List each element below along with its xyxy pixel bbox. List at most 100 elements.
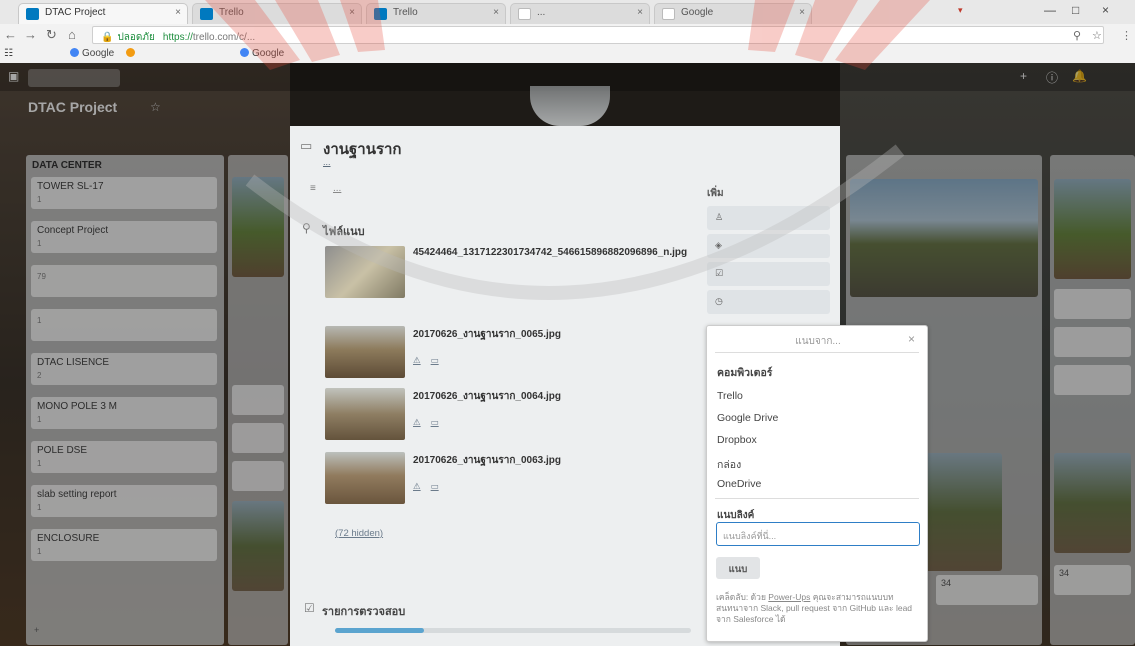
tab-label: Google [681,7,714,18]
apps-icon[interactable]: ☷ [4,48,13,59]
description-icon: ≡ [310,183,316,194]
close-icon[interactable]: × [493,7,499,18]
remove-cover-link[interactable]: ⚠ [413,355,421,365]
edit-description-link[interactable]: ... [333,183,341,194]
checklist-title[interactable]: รายการตรวจสอบ [322,602,405,620]
close-icon[interactable]: × [637,7,643,18]
attach-from-dropbox[interactable]: Dropbox [717,434,757,446]
attach-from-box[interactable]: กล่อง [717,456,741,473]
reload-icon[interactable]: ↻ [46,27,57,43]
show-all-attachments-link[interactable]: (72 hidden) [335,528,383,539]
zoom-icon[interactable]: ⚲ [1073,29,1081,42]
attach-from-google-drive[interactable]: Google Drive [717,412,778,424]
attachment-thumbnail[interactable] [325,452,405,504]
minimize-button[interactable]: — [1044,3,1056,17]
close-icon[interactable]: × [799,7,805,18]
checklist-icon: ☑ [304,601,315,615]
attach-link-input[interactable]: แนบลิงค์ที่นี่... [716,522,920,546]
close-icon[interactable]: × [175,7,181,18]
attachment-name[interactable]: 20170626_งานฐานราก_0065.jpg [413,327,561,342]
checklist-icon: ☑ [715,268,724,278]
attachment-name[interactable]: 45424464_1317122301734742_54661589688209… [413,247,687,258]
remove-cover-link[interactable]: ⚠ [413,481,421,491]
address-row: ← → ↻ ⌂ 🔒 ปลอดภัย https://trello.com/c/...… [0,24,1135,46]
bookmark-google-1[interactable]: Google [70,48,114,59]
attachment-item: 20170626_งานฐานราก_0065.jpg ⚠ ▭ [325,326,725,384]
tab-strip: DTAC Project × Trello × Trello × ... × G… [0,0,1135,24]
popover-title: แนบจาก... [795,336,841,347]
attach-link-label: แนบลิงค์ [717,510,755,521]
close-window-button[interactable]: × [1102,3,1109,17]
attachment-thumbnail[interactable] [325,246,405,298]
address-bar[interactable]: 🔒 ปลอดภัย https://trello.com/c/... [92,26,1104,44]
attachment-item: 20170626_งานฐานราก_0064.jpg ⚠ ▭ [325,388,725,446]
bookmark-label: Google [252,48,285,59]
trello-favicon-icon [374,8,387,20]
secure-label: ปลอดภัย [117,32,155,43]
url-scheme: https:// [162,32,193,43]
list-link[interactable]: ... [323,157,331,167]
bookmark-site[interactable] [126,48,138,59]
make-cover-link[interactable]: ▭ [431,355,439,365]
trello-favicon-icon [26,8,39,20]
tab-other[interactable]: ... × [510,3,650,24]
profile-chip[interactable]: ▾ [958,5,963,16]
forward-icon[interactable]: → [24,27,37,42]
make-cover-link[interactable]: ▭ [431,481,439,491]
make-cover-link[interactable]: ▭ [431,417,439,427]
card-in-list-text: ... [323,157,331,167]
tab-google[interactable]: Google × [654,3,812,24]
attachment-actions: ⚠ ▭ [413,355,449,366]
trello-favicon-icon [200,8,213,20]
add-section-heading: เพิ่ม [707,188,724,199]
divider [715,498,919,499]
clock-icon: ◷ [715,296,723,306]
maximize-button[interactable]: □ [1072,3,1079,17]
site-icon [126,48,135,57]
members-button[interactable]: ♙ [707,206,830,230]
url-path: /c/... [236,32,256,43]
attachment-thumbnail[interactable] [325,388,405,440]
page-favicon-icon [518,8,531,20]
checklist-button[interactable]: ☑ [707,262,830,286]
attachment-name[interactable]: 20170626_งานฐานราก_0064.jpg [413,389,561,404]
bookmark-label: Google [82,48,115,59]
tab-label: DTAC Project [45,7,106,18]
tab-label: Trello [219,7,244,18]
due-date-button[interactable]: ◷ [707,290,830,314]
attach-from-computer[interactable]: คอมพิวเตอร์ [717,364,772,381]
attachment-name[interactable]: 20170626_งานฐานราก_0063.jpg [413,453,561,468]
menu-icon[interactable]: ⋮ [1121,29,1132,42]
star-icon[interactable]: ☆ [1092,29,1102,42]
google-icon [240,48,249,57]
tab-trello-active[interactable]: DTAC Project × [18,3,188,24]
attach-from-trello[interactable]: Trello [717,390,743,402]
close-icon[interactable]: × [349,7,355,18]
lock-icon: 🔒 [101,32,114,43]
card-title[interactable]: งานฐานราก [323,137,402,161]
attach-button[interactable]: แนบ [716,557,760,579]
power-ups-link[interactable]: Power-Ups [768,592,810,602]
bookmark-google-2[interactable]: Google [240,48,284,59]
paperclip-icon: ⚲ [302,221,311,235]
attachments-heading: ไฟล์แนบ [323,226,365,238]
attachment-actions: ⚠ ▭ [413,417,449,428]
label-icon: ◈ [715,240,722,250]
remove-cover-link[interactable]: ⚠ [413,417,421,427]
divider [715,352,919,353]
attachment-thumbnail[interactable] [325,326,405,378]
tab-trello-2[interactable]: Trello × [192,3,362,24]
checklist-progress-fill [335,628,424,633]
home-icon[interactable]: ⌂ [68,27,76,42]
card-cover-image [530,86,610,126]
labels-button[interactable]: ◈ [707,234,830,258]
google-favicon-icon [662,8,675,20]
back-icon[interactable]: ← [4,27,17,42]
attachment-item: 45424464_1317122301734742_54661589688209… [325,246,725,304]
google-icon [70,48,79,57]
attachment-item: 20170626_งานฐานราก_0063.jpg ⚠ ▭ [325,452,725,510]
attach-from-onedrive[interactable]: OneDrive [717,478,761,490]
tab-trello-3[interactable]: Trello × [366,3,506,24]
checklist-progress-bar [335,628,691,633]
close-icon[interactable]: × [908,332,915,346]
